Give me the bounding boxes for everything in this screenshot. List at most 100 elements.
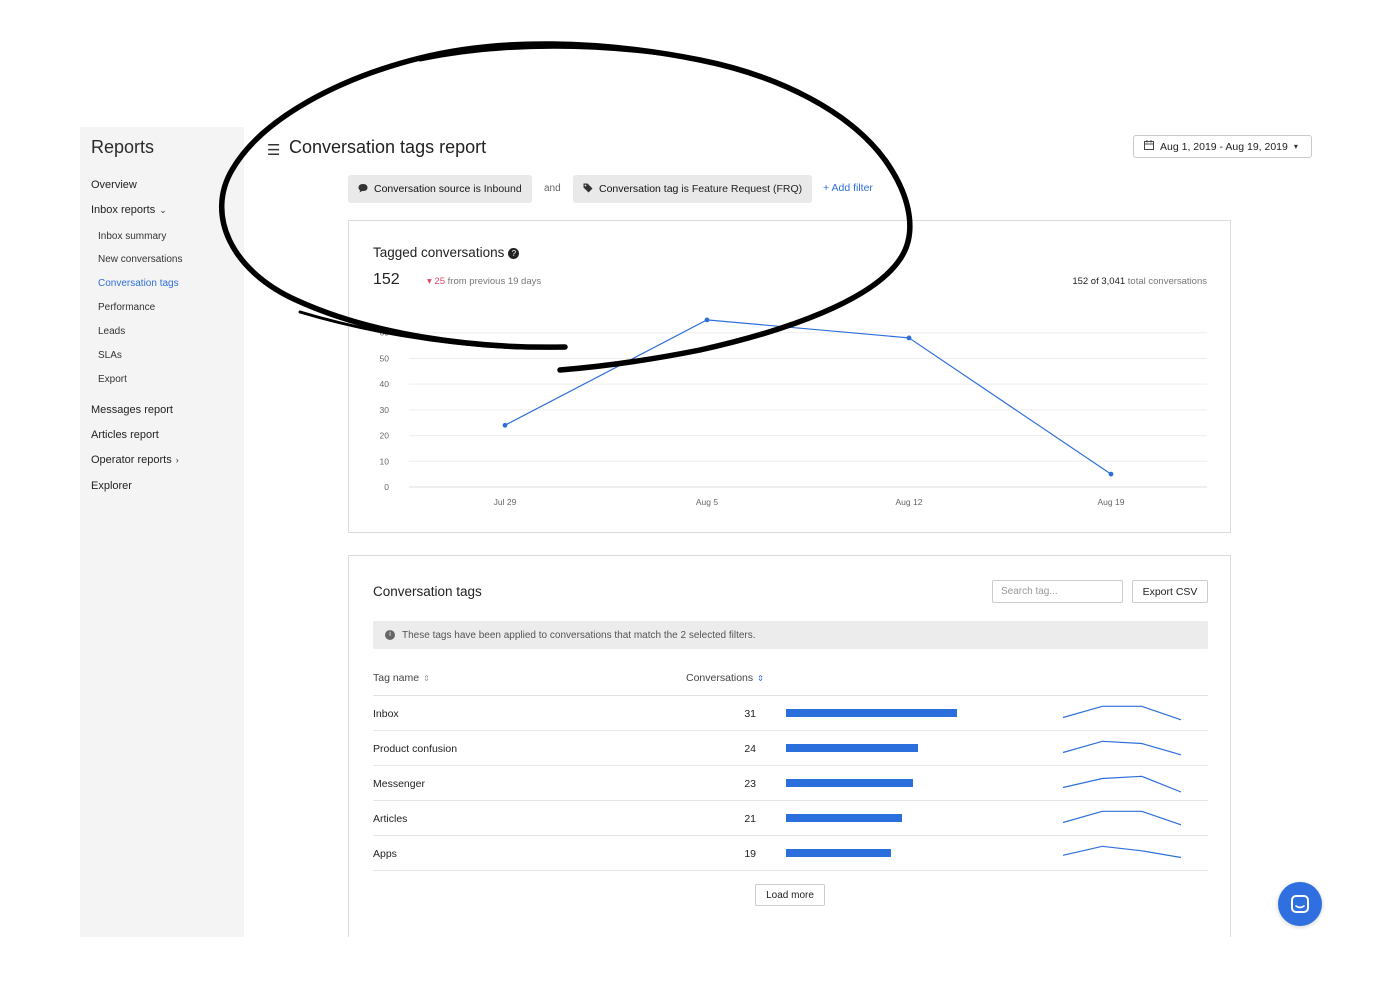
sparkline-path bbox=[1062, 705, 1182, 721]
export-csv-button[interactable]: Export CSV bbox=[1132, 580, 1208, 603]
filter-joiner: and bbox=[544, 183, 561, 194]
sidebar-item-label: New conversations bbox=[98, 254, 183, 265]
data-point bbox=[704, 317, 710, 323]
data-point bbox=[1108, 471, 1114, 477]
main-content: ☰ Conversation tags report Aug 1, 2019 -… bbox=[244, 127, 1400, 937]
filter-chip-source[interactable]: Conversation source is Inbound bbox=[348, 175, 532, 203]
trend-sparkline bbox=[1062, 845, 1182, 859]
tag-name: Product confusion bbox=[373, 743, 458, 755]
sidebar-item-conversation-tags[interactable]: Conversation tags bbox=[98, 278, 179, 289]
hamburger-icon[interactable]: ☰ bbox=[267, 141, 280, 159]
sort-icon: ⇕ bbox=[423, 674, 430, 683]
filter-chip-tag[interactable]: Conversation tag is Feature Request (FRQ… bbox=[573, 175, 813, 203]
sidebar-item-performance[interactable]: Performance bbox=[98, 302, 155, 313]
filter-field: Conversation tag bbox=[599, 183, 679, 195]
sidebar-item-slas[interactable]: SLAs bbox=[98, 350, 122, 361]
count-bar bbox=[786, 709, 957, 717]
messenger-launcher-icon[interactable] bbox=[1278, 882, 1322, 926]
sort-icon: ⇕ bbox=[757, 674, 764, 683]
filter-value: Feature Request (FRQ) bbox=[691, 183, 803, 195]
reports-sidebar: Reports Overview Inbox reports ⌄ Inbox su… bbox=[80, 127, 244, 937]
info-circle-icon: i bbox=[385, 630, 395, 640]
tag-name: Inbox bbox=[373, 708, 399, 720]
tag-count: 23 bbox=[744, 778, 756, 790]
date-range-picker[interactable]: Aug 1, 2019 - Aug 19, 2019 ▾ bbox=[1133, 135, 1312, 158]
tag-count: 31 bbox=[744, 708, 756, 720]
x-tick-label: Aug 19 bbox=[1098, 497, 1125, 507]
load-more-button[interactable]: Load more bbox=[755, 884, 825, 906]
calendar-icon bbox=[1144, 140, 1154, 153]
y-tick-label: 10 bbox=[380, 456, 390, 466]
date-range-label: Aug 1, 2019 - Aug 19, 2019 bbox=[1160, 140, 1288, 153]
card-title: Conversation tags bbox=[373, 584, 482, 599]
tag-count: 19 bbox=[744, 848, 756, 860]
filter-notice: i These tags have been applied to conver… bbox=[373, 621, 1208, 649]
y-tick-label: 30 bbox=[380, 405, 390, 415]
y-tick-label: 20 bbox=[380, 431, 390, 441]
search-tag-input[interactable] bbox=[992, 580, 1123, 603]
table-row[interactable]: Product confusion 24 bbox=[373, 731, 1208, 766]
sidebar-item-label: Messages report bbox=[91, 404, 173, 416]
sidebar-item-operator-reports[interactable]: Operator reports › bbox=[91, 454, 179, 466]
table-row[interactable]: Articles 21 bbox=[373, 801, 1208, 836]
trend-sparkline bbox=[1062, 775, 1182, 793]
sidebar-item-messages-report[interactable]: Messages report bbox=[91, 404, 173, 416]
sidebar-item-articles-report[interactable]: Articles report bbox=[91, 429, 159, 441]
sidebar-item-label: Inbox summary bbox=[98, 231, 167, 242]
tag-name: Messenger bbox=[373, 778, 425, 790]
filter-operator: is bbox=[473, 183, 481, 195]
table-row[interactable]: Apps 19 bbox=[373, 836, 1208, 871]
column-label: Tag name bbox=[373, 672, 420, 684]
tag-icon bbox=[583, 183, 593, 195]
column-header-conversations[interactable]: Conversations ⇕ bbox=[686, 672, 764, 684]
tag-count: 24 bbox=[744, 743, 756, 755]
trend-sparkline bbox=[1062, 810, 1182, 826]
chevron-down-icon: ⌄ bbox=[159, 205, 167, 215]
table-row[interactable]: Inbox 31 bbox=[373, 696, 1208, 731]
sidebar-item-label: Export bbox=[98, 374, 127, 385]
column-label: Conversations bbox=[686, 672, 754, 684]
y-tick-label: 40 bbox=[380, 379, 390, 389]
conversation-tags-card: Conversation tags Export CSV i These tag… bbox=[348, 555, 1231, 937]
sidebar-item-export[interactable]: Export bbox=[98, 374, 127, 385]
sidebar-item-label: Articles report bbox=[91, 429, 159, 441]
trend-sparkline bbox=[1062, 705, 1182, 721]
sidebar-item-overview[interactable]: Overview bbox=[91, 179, 137, 191]
sidebar-item-label: SLAs bbox=[98, 350, 122, 361]
x-tick-label: Jul 29 bbox=[494, 497, 517, 507]
sparkline-path bbox=[1062, 740, 1182, 756]
data-point bbox=[502, 422, 508, 428]
table-row[interactable]: Messenger 23 bbox=[373, 766, 1208, 801]
count-bar bbox=[786, 814, 902, 822]
sparkline-path bbox=[1062, 810, 1182, 826]
filter-value: Inbound bbox=[483, 183, 522, 195]
y-tick-label: 60 bbox=[380, 328, 390, 338]
x-tick-label: Aug 12 bbox=[896, 497, 923, 507]
chat-bubble-icon bbox=[358, 183, 368, 195]
series-line bbox=[504, 319, 1112, 475]
filter-field: Conversation source bbox=[374, 183, 471, 195]
tag-name: Articles bbox=[373, 813, 408, 825]
y-tick-label: 0 bbox=[384, 482, 389, 492]
sidebar-item-explorer[interactable]: Explorer bbox=[91, 480, 132, 492]
chevron-right-icon: › bbox=[175, 455, 179, 465]
page-title: Conversation tags report bbox=[289, 137, 487, 157]
sidebar-item-inbox-reports[interactable]: Inbox reports ⌄ bbox=[91, 204, 167, 216]
sidebar-item-inbox-summary[interactable]: Inbox summary bbox=[98, 231, 166, 242]
sidebar-item-leads[interactable]: Leads bbox=[98, 326, 125, 337]
sidebar-item-label: Operator reports bbox=[91, 454, 172, 466]
sparkline-path bbox=[1062, 775, 1182, 793]
sidebar-item-label: Conversation tags bbox=[98, 278, 179, 289]
count-bar bbox=[786, 779, 913, 787]
sidebar-item-label: Performance bbox=[98, 302, 156, 313]
sidebar-item-new-conversations[interactable]: New conversations bbox=[98, 254, 182, 265]
column-header-tag-name[interactable]: Tag name ⇕ bbox=[373, 672, 430, 684]
x-tick-label: Aug 5 bbox=[696, 497, 718, 507]
sidebar-title: Reports bbox=[91, 137, 155, 157]
sidebar-item-label: Overview bbox=[91, 179, 137, 191]
caret-down-icon: ▾ bbox=[1293, 142, 1298, 151]
tagged-conversations-card: Tagged conversations? 152 ▾ 25 from prev… bbox=[348, 220, 1231, 533]
add-filter-link[interactable]: + Add filter bbox=[823, 182, 873, 194]
count-bar bbox=[786, 849, 891, 857]
filter-operator: is bbox=[681, 183, 689, 195]
